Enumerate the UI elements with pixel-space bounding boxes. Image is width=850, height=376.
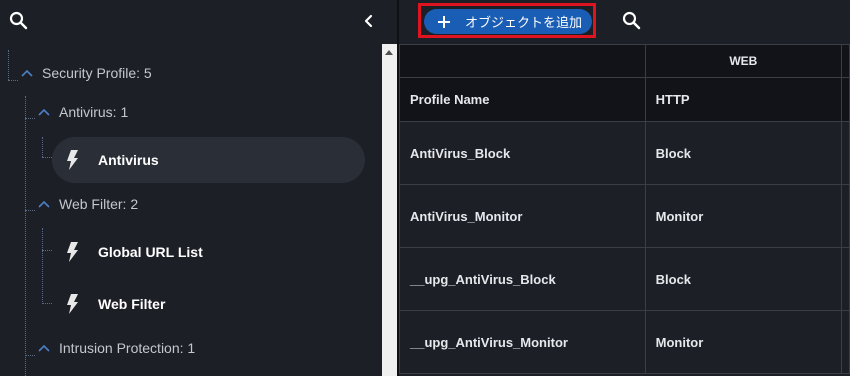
table-row[interactable]: __upg_AntiVirus_Monitor Monitor — [399, 310, 850, 374]
tree-node-label: Security Profile: 5 — [42, 65, 152, 81]
tree-node-label: Antivirus: 1 — [59, 104, 129, 120]
http-cell: Monitor — [644, 184, 843, 248]
tree-node-security-profile[interactable]: Security Profile: 5 — [20, 60, 152, 86]
http-cell: Monitor — [644, 310, 843, 374]
empty-cell — [841, 184, 850, 248]
tree-guide-line — [25, 210, 35, 211]
profile-name-cell: __upg_AntiVirus_Block — [399, 247, 646, 311]
tree-leaf-label: Web Filter — [98, 296, 166, 312]
profile-tree-panel: Security Profile: 5 Antivirus: 1 Antivir… — [0, 0, 382, 376]
profile-name-cell: __upg_AntiVirus_Monitor — [399, 310, 646, 374]
bolt-icon — [67, 242, 78, 262]
tree-leaf-global-url-list[interactable]: Global URL List — [52, 229, 365, 275]
tree-guide-line — [42, 228, 43, 304]
tree-guide-line — [42, 303, 52, 304]
http-cell: Block — [644, 121, 843, 185]
table-group-header-row: WEB — [399, 44, 850, 78]
tree-guide-line — [25, 96, 26, 376]
tree-leaf-label: Global URL List — [98, 244, 203, 260]
tree-guide-line — [25, 355, 35, 356]
empty-cell — [841, 121, 850, 185]
tree-guide-line — [42, 137, 43, 157]
table-row[interactable]: __upg_AntiVirus_Block Block — [399, 247, 850, 311]
table-row[interactable]: AntiVirus_Monitor Monitor — [399, 184, 850, 248]
profile-name-cell: AntiVirus_Block — [399, 121, 646, 185]
column-group-web: WEB — [644, 44, 843, 78]
empty-header-cell — [399, 44, 646, 78]
collapse-panel-icon[interactable] — [360, 12, 378, 30]
empty-cell — [841, 310, 850, 374]
add-object-button[interactable]: オブジェクトを追加 — [424, 9, 592, 34]
tree-guide-line — [42, 157, 52, 158]
tree-leaf-label: Antivirus — [98, 152, 159, 168]
tree-scrollbar[interactable] — [382, 44, 397, 376]
empty-header-cell — [841, 77, 850, 122]
tree-guide-line — [25, 118, 35, 119]
chevron-up-icon[interactable] — [37, 199, 51, 209]
empty-header-cell — [841, 44, 850, 78]
column-header-http[interactable]: HTTP — [644, 77, 843, 122]
plus-icon — [438, 15, 450, 28]
tree-leaf-antivirus[interactable]: Antivirus — [52, 137, 365, 183]
http-cell: Block — [644, 247, 843, 311]
tree-guide-line — [8, 50, 9, 80]
table-row[interactable]: AntiVirus_Block Block — [399, 121, 850, 185]
tree-guide-line — [42, 250, 52, 251]
tree-node-intrusion-protection-group[interactable]: Intrusion Protection: 1 — [37, 335, 195, 361]
table-header-row: Profile Name HTTP — [399, 77, 850, 122]
bolt-icon — [67, 294, 78, 314]
tree-node-web-filter-group[interactable]: Web Filter: 2 — [37, 191, 138, 217]
empty-cell — [841, 247, 850, 311]
search-icon[interactable] — [8, 10, 30, 32]
bolt-icon — [67, 150, 78, 170]
tree-node-label: Web Filter: 2 — [59, 196, 139, 212]
column-header-profile-name[interactable]: Profile Name — [399, 77, 646, 122]
chevron-up-icon[interactable] — [37, 107, 51, 117]
add-object-label: オブジェクトを追加 — [465, 15, 583, 30]
profile-table: WEB Profile Name HTTP AntiVirus_Block Bl… — [399, 44, 850, 374]
object-list-panel: オブジェクトを追加 WEB Profile Name HTTP AntiViru… — [399, 0, 850, 376]
object-toolbar: オブジェクトを追加 — [399, 0, 850, 44]
tree-guide-line — [8, 80, 18, 81]
tree-node-antivirus-group[interactable]: Antivirus: 1 — [37, 99, 128, 125]
search-icon[interactable] — [621, 10, 643, 32]
chevron-up-icon[interactable] — [20, 68, 34, 78]
scroll-up-arrow-icon[interactable] — [385, 50, 393, 55]
chevron-up-icon[interactable] — [37, 343, 51, 353]
tree-toolbar — [0, 0, 382, 44]
tree-node-label: Intrusion Protection: 1 — [59, 340, 196, 356]
tree-leaf-web-filter[interactable]: Web Filter — [52, 281, 365, 327]
profile-name-cell: AntiVirus_Monitor — [399, 184, 646, 248]
